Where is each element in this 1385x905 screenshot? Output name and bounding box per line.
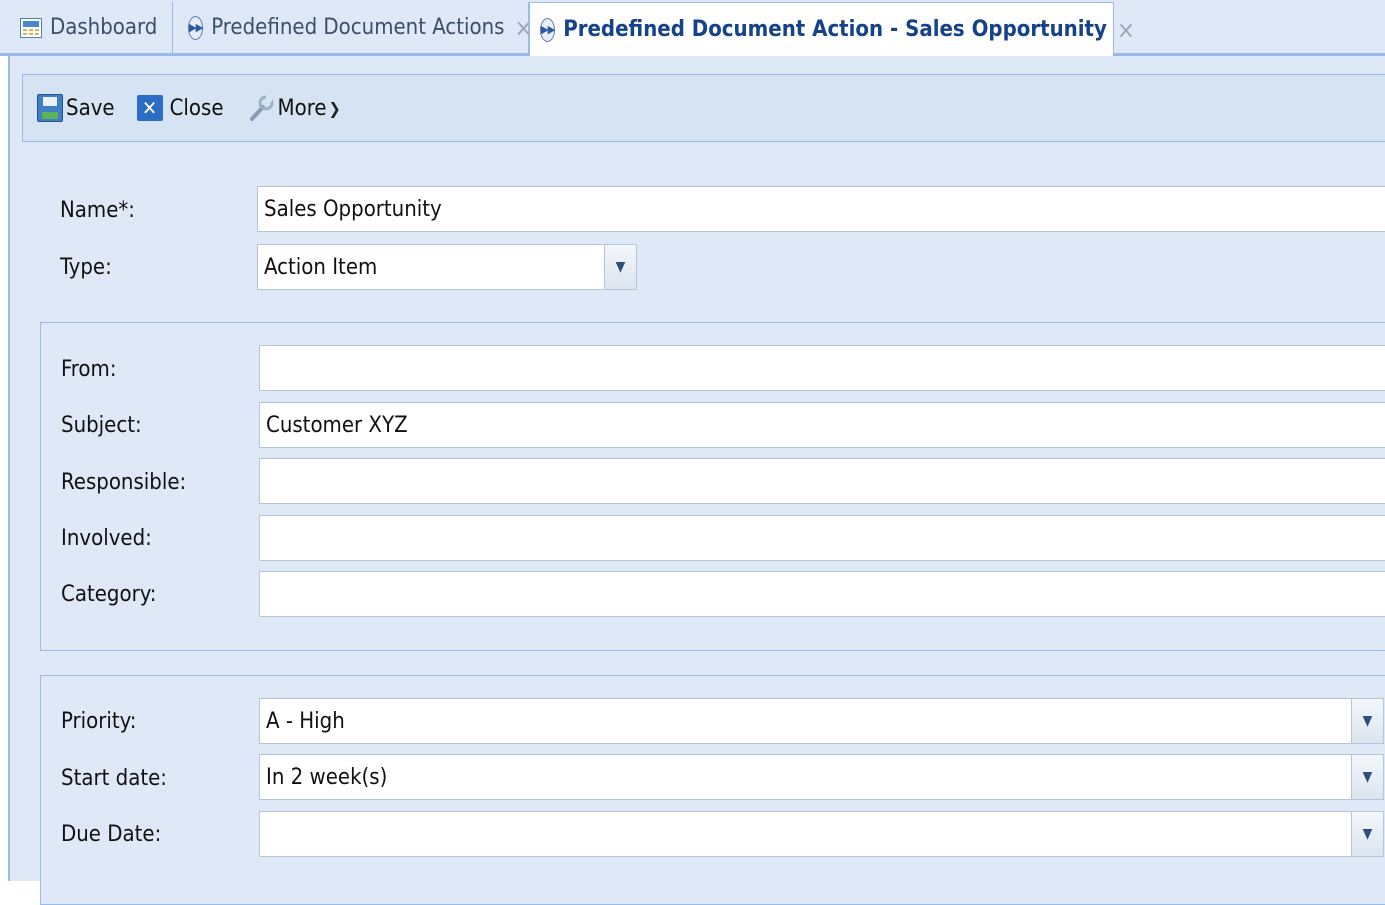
wrench-icon [249, 95, 274, 121]
start-date-select[interactable]: In 2 week(s) ▼ [259, 754, 1384, 800]
name-value: Sales Opportunity [264, 196, 442, 222]
name-label: Name*: [60, 198, 135, 223]
tab-label: Dashboard [50, 15, 158, 40]
start-date-label: Start date: [61, 766, 167, 791]
tab-sales-opportunity[interactable]: ▶▶ Predefined Document Action - Sales Op… [529, 2, 1135, 56]
tab-label: Predefined Document Actions [211, 15, 505, 40]
chevron-down-icon[interactable]: ▼ [1351, 698, 1384, 744]
responsible-field[interactable] [259, 458, 1385, 504]
name-field[interactable]: Sales Opportunity [257, 186, 1385, 232]
subject-value: Customer XYZ [266, 412, 408, 438]
category-label: Category: [61, 582, 157, 607]
toolbar: Save ✕ Close More ❯ [22, 74, 1385, 142]
save-button[interactable]: Save [37, 94, 115, 122]
from-label: From: [61, 357, 117, 382]
dashboard-grid-icon [20, 17, 42, 38]
responsible-label: Responsible: [61, 470, 187, 495]
close-button[interactable]: ✕ Close [136, 95, 224, 121]
type-value: Action Item [264, 254, 378, 280]
due-date-label: Due Date: [61, 822, 162, 847]
close-tab-icon[interactable]: × [1117, 18, 1135, 42]
subject-field[interactable]: Customer XYZ [259, 402, 1385, 448]
from-field[interactable] [259, 345, 1385, 391]
priority-select[interactable]: A - High ▼ [259, 698, 1384, 744]
involved-field[interactable] [259, 515, 1385, 561]
chevron-down-icon[interactable]: ▼ [604, 244, 637, 290]
priority-label: Priority: [61, 709, 137, 734]
category-field[interactable] [259, 571, 1385, 617]
more-button[interactable]: More ❯ [246, 93, 341, 123]
tab-label: Predefined Document Action - Sales Oppor… [563, 17, 1107, 42]
tab-bar: Dashboard ▶▶ Predefined Document Actions… [0, 0, 1385, 56]
save-label: Save [66, 95, 115, 121]
play-circle-icon: ▶▶ [188, 15, 203, 40]
tab-dashboard[interactable]: Dashboard [10, 2, 173, 53]
save-icon [37, 94, 63, 122]
involved-label: Involved: [61, 526, 152, 551]
close-icon: ✕ [136, 95, 163, 121]
start-date-value: In 2 week(s) [266, 764, 388, 790]
more-label: More [277, 95, 327, 121]
close-label: Close [169, 95, 224, 121]
type-label: Type: [60, 255, 112, 280]
chevron-down-icon: ❯ [328, 98, 341, 118]
due-date-select[interactable]: ▼ [259, 811, 1384, 857]
document-action-panel: Save ✕ Close More ❯ Name*: Sales Opportu… [8, 56, 1385, 905]
play-circle-icon: ▶▶ [540, 17, 555, 42]
subject-label: Subject: [61, 413, 142, 438]
chevron-down-icon[interactable]: ▼ [1351, 754, 1384, 800]
tab-predefined-document-actions[interactable]: ▶▶ Predefined Document Actions × [174, 2, 533, 53]
chevron-down-icon[interactable]: ▼ [1351, 811, 1384, 857]
type-select[interactable]: Action Item ▼ [257, 244, 637, 290]
priority-value: A - High [266, 708, 345, 734]
